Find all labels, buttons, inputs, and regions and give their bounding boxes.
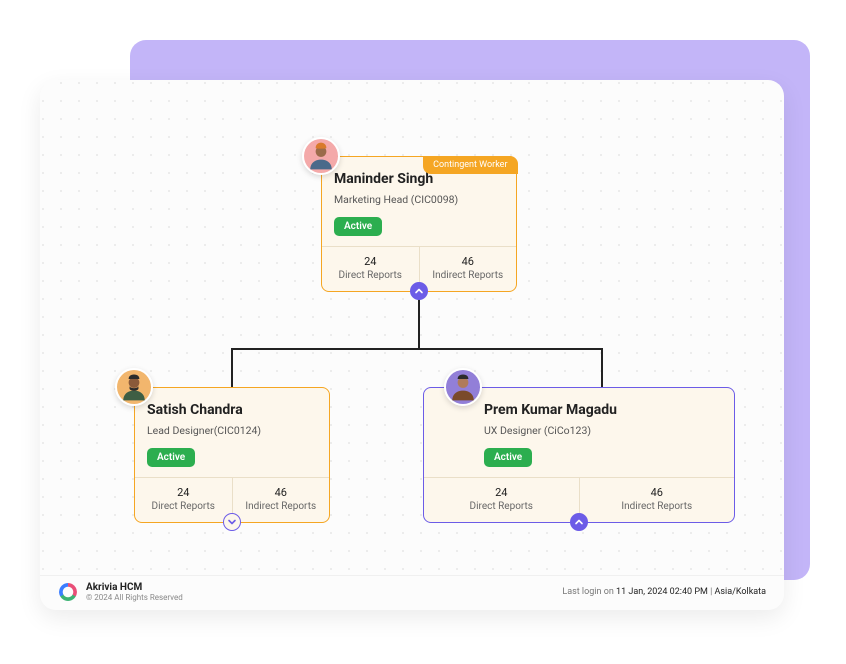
employee-card-root[interactable]: Contingent Worker Maninder Singh Marketi… [321,156,517,292]
direct-reports: 24 Direct Reports [322,247,420,291]
indirect-reports: 46 Indirect Reports [580,478,735,522]
employee-role: Lead Designer(CIC0124) [147,424,317,437]
indirect-reports-label: Indirect Reports [245,501,316,512]
connector-line [231,348,233,387]
login-time: 11 Jan, 2024 02:40 PM [616,587,708,597]
org-chart-canvas: Contingent Worker Maninder Singh Marketi… [40,80,784,560]
indirect-reports-count: 46 [584,486,731,499]
employee-card-left[interactable]: Satish Chandra Lead Designer(CIC0124) Ac… [134,387,330,523]
direct-reports-count: 24 [326,255,415,268]
status-badge: Active [334,217,382,236]
org-chart-panel: Contingent Worker Maninder Singh Marketi… [40,80,784,610]
direct-reports: 24 Direct Reports [424,478,580,522]
direct-reports-count: 24 [428,486,575,499]
collapse-toggle[interactable] [410,282,428,300]
connector-line [231,348,603,350]
collapse-toggle[interactable] [570,513,588,531]
worker-type-badge: Contingent Worker [423,156,517,174]
employee-role: Marketing Head (CIC0098) [334,193,504,206]
brand-logo-icon [58,582,78,602]
expand-toggle[interactable] [223,513,241,531]
chevron-down-icon [227,517,237,527]
status-badge: Active [484,448,532,467]
status-badge: Active [147,448,195,467]
brand-copyright: © 2024 All Rights Reserved [86,593,183,602]
indirect-reports-label: Indirect Reports [621,501,692,512]
login-prefix: Last login on [562,587,616,597]
connector-line [418,295,420,349]
brand: Akrivia HCM © 2024 All Rights Reserved [58,582,183,602]
employee-role: UX Designer (CiCo123) [484,424,722,437]
employee-card-right[interactable]: Prem Kumar Magadu UX Designer (CiCo123) … [423,387,735,523]
indirect-reports: 46 Indirect Reports [420,247,517,291]
direct-reports-label: Direct Reports [470,501,533,512]
indirect-reports-count: 46 [237,486,326,499]
chevron-up-icon [414,286,424,296]
direct-reports-count: 24 [139,486,228,499]
login-timezone: Asia/Kolkata [715,587,766,597]
indirect-reports: 46 Indirect Reports [233,478,330,522]
connector-line [601,348,603,387]
avatar [302,137,340,175]
footer: Akrivia HCM © 2024 All Rights Reserved L… [40,575,784,610]
avatar [444,368,482,406]
employee-name: Satish Chandra [147,402,317,418]
brand-name: Akrivia HCM [86,582,183,593]
login-separator: | [708,587,715,597]
direct-reports-label: Direct Reports [339,270,402,281]
indirect-reports-count: 46 [424,255,513,268]
chevron-up-icon [574,517,584,527]
brand-text: Akrivia HCM © 2024 All Rights Reserved [86,582,183,602]
employee-name: Prem Kumar Magadu [484,402,722,418]
last-login-info: Last login on 11 Jan, 2024 02:40 PM | As… [562,587,766,597]
indirect-reports-label: Indirect Reports [432,270,503,281]
direct-reports: 24 Direct Reports [135,478,233,522]
avatar [115,368,153,406]
direct-reports-label: Direct Reports [152,501,215,512]
